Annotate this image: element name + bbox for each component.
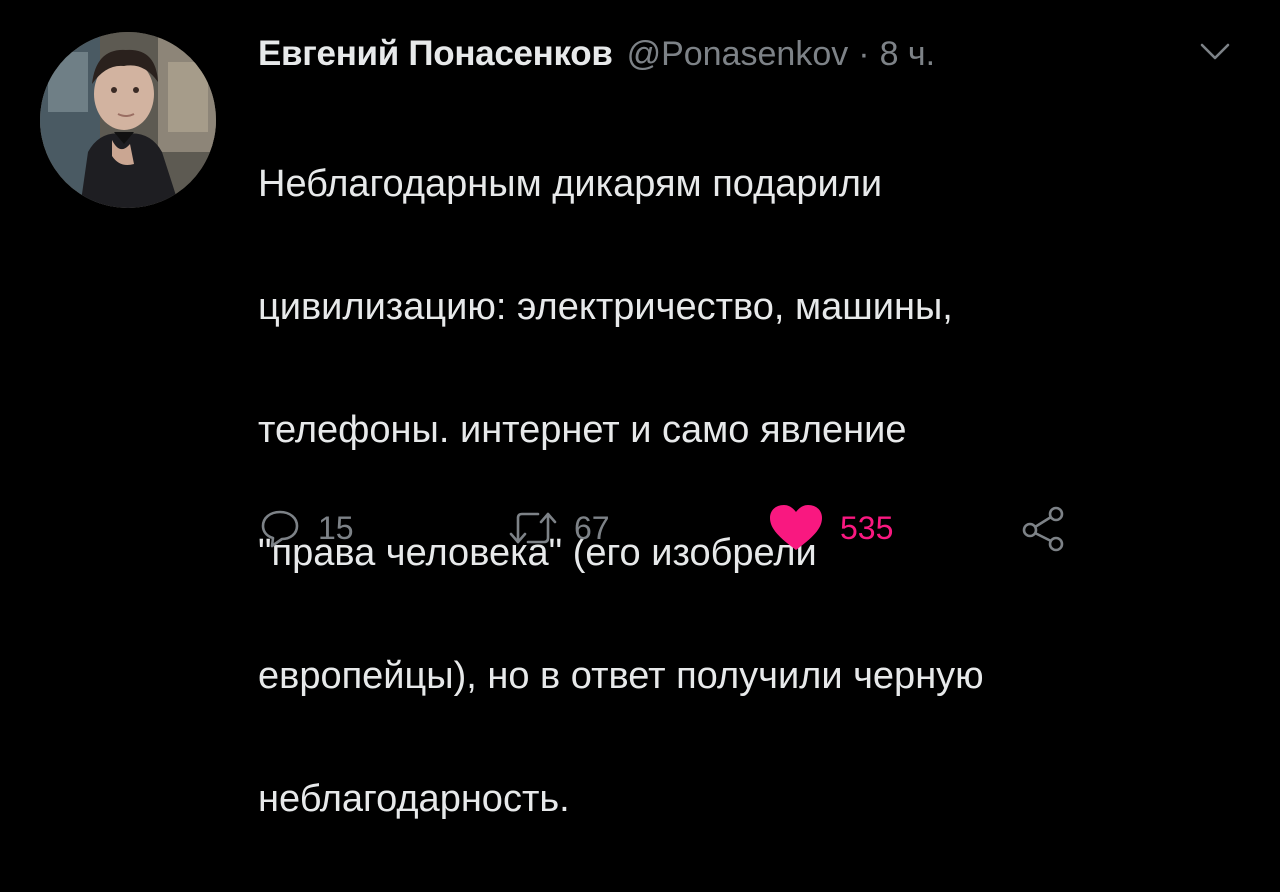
like-button[interactable]: 535	[768, 500, 893, 556]
chevron-down-icon[interactable]	[1196, 40, 1234, 64]
tweet: Евгений Понасенков @Ponasenkov · 8 ч. Не…	[0, 0, 1280, 820]
reply-button[interactable]: 15	[258, 500, 354, 556]
tweet-text-line: неблагодарность.	[258, 777, 570, 820]
reply-icon	[261, 510, 299, 548]
profile-photo-icon	[40, 32, 216, 208]
retweet-button[interactable]: 67	[508, 500, 610, 556]
user-handle[interactable]: @Ponasenkov	[627, 35, 849, 74]
tweet-actions: 15 67 535	[0, 500, 1280, 556]
reply-count: 15	[318, 509, 354, 546]
timestamp[interactable]: 8 ч.	[880, 35, 936, 74]
separator-dot: ·	[858, 35, 870, 73]
like-count: 535	[840, 509, 894, 546]
tweet-text-line: цивилизацию: электричество, машины,	[258, 285, 953, 328]
share-icon	[1022, 506, 1064, 552]
tweet-text: Неблагодарным дикарям подарили цивилизац…	[258, 92, 1218, 892]
share-button[interactable]	[1020, 500, 1068, 556]
heart-icon	[770, 505, 822, 550]
avatar[interactable]	[40, 32, 216, 208]
tweet-text-line: Неблагодарным дикарям подарили	[258, 162, 883, 205]
tweet-header: Евгений Понасенков @Ponasenkov · 8 ч.	[258, 34, 935, 78]
tweet-text-line: телефоны. интернет и само явление	[258, 408, 907, 451]
retweet-icon	[509, 512, 557, 544]
retweet-count: 67	[574, 509, 610, 546]
display-name[interactable]: Евгений Понасенков	[258, 34, 613, 74]
tweet-text-line: европейцы), но в ответ получили черную	[258, 654, 984, 697]
